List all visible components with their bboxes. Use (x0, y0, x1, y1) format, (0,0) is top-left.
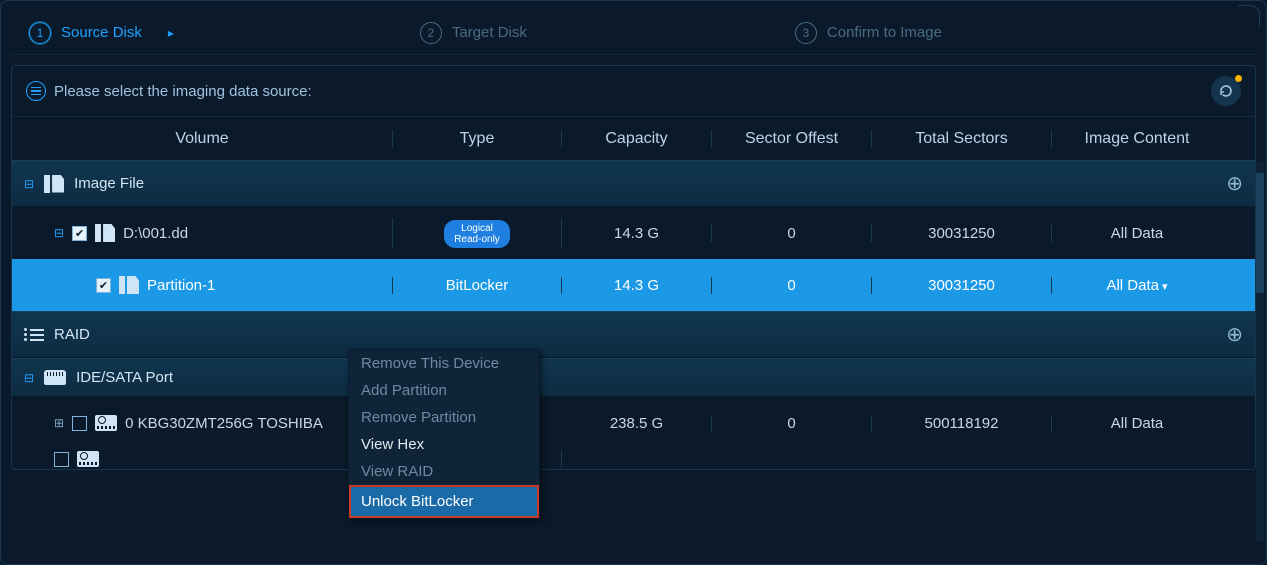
source-panel: Please select the imaging data source: V… (11, 65, 1256, 470)
menu-unlock-bitlocker[interactable]: Unlock BitLocker (349, 485, 539, 518)
menu-view-hex[interactable]: View Hex (349, 431, 539, 458)
scrollbar-thumb[interactable] (1256, 173, 1264, 293)
wizard-steps: 1 Source Disk 2 Target Disk 3 Confirm to… (11, 11, 1256, 55)
hdd-icon (95, 415, 117, 431)
menu-view-raid[interactable]: View RAID (349, 458, 539, 485)
row-dd-image[interactable]: ⊟ ✔ D:\001.dd Logical Read-only 14.3 G 0… (12, 207, 1255, 259)
checkbox[interactable] (54, 452, 69, 467)
step-number-3: 3 (795, 22, 817, 44)
add-raid-button[interactable]: ⊕ (1226, 322, 1243, 347)
step-number-2: 2 (420, 22, 442, 44)
cell-capacity: 238.5 G (562, 415, 712, 432)
menu-icon[interactable] (26, 81, 46, 101)
hdd-icon (77, 451, 99, 467)
col-image-content: Image Content (1052, 130, 1222, 148)
row-hdd-0[interactable]: ⊞ 0 KBG30ZMT256G TOSHIBA 238.5 G 0 50011… (12, 397, 1255, 449)
step-number-1: 1 (29, 22, 51, 44)
list-icon (24, 328, 44, 341)
menu-add-partition[interactable]: Add Partition (349, 377, 539, 404)
step-label: Target Disk (452, 24, 527, 41)
collapse-icon[interactable]: ⊟ (24, 371, 34, 385)
volume-name: 0 KBG30ZMT256G TOSHIBA (125, 415, 323, 432)
collapse-icon[interactable]: ⊟ (54, 226, 64, 240)
col-volume: Volume (12, 130, 392, 148)
checkbox[interactable]: ✔ (96, 278, 111, 293)
group-label: Image File (74, 175, 144, 192)
step-target-disk[interactable]: 2 Target Disk (402, 11, 557, 54)
menu-remove-device[interactable]: Remove This Device (349, 350, 539, 377)
panel-header: Please select the imaging data source: (12, 66, 1255, 116)
context-menu: Remove This Device Add Partition Remove … (348, 349, 540, 519)
add-image-button[interactable]: ⊕ (1226, 171, 1243, 196)
refresh-button[interactable] (1211, 76, 1241, 106)
group-image-file[interactable]: ⊟ Image File ⊕ (12, 160, 1255, 207)
group-ide-sata[interactable]: ⊟ IDE/SATA Port (12, 358, 1255, 397)
table-body: ⊟ Image File ⊕ ⊟ ✔ D:\001.dd Logical Rea… (12, 160, 1255, 469)
step-confirm[interactable]: 3 Confirm to Image (777, 11, 972, 54)
step-label: Source Disk (61, 24, 142, 41)
partition-icon (119, 276, 139, 294)
expand-icon[interactable]: ⊞ (54, 416, 64, 430)
collapse-icon[interactable]: ⊟ (24, 177, 34, 191)
type-badge: Logical Read-only (444, 220, 510, 248)
col-type: Type (392, 130, 562, 148)
cell-sector-offset: 0 (712, 415, 872, 432)
col-total-sectors: Total Sectors (872, 130, 1052, 148)
cell-capacity: 14.3 G (562, 225, 712, 242)
checkbox[interactable]: ✔ (72, 226, 87, 241)
cell-total-sectors: 30031250 (872, 225, 1052, 242)
cell-total-sectors: 30031250 (872, 277, 1052, 294)
col-sector-offset: Sector Offest (712, 130, 872, 148)
volume-name: Partition-1 (147, 277, 215, 294)
row-partial[interactable]: Logical (12, 449, 1255, 469)
cell-image-content: All Data (1052, 415, 1222, 432)
step-source-disk[interactable]: 1 Source Disk (11, 11, 172, 54)
file-icon (44, 175, 64, 193)
app-frame: 1 Source Disk 2 Target Disk 3 Confirm to… (0, 0, 1267, 565)
cell-capacity: 14.3 G (562, 277, 712, 294)
table-header: Volume Type Capacity Sector Offest Total… (12, 116, 1255, 160)
refresh-icon (1218, 83, 1234, 99)
group-label: IDE/SATA Port (76, 369, 173, 386)
step-label: Confirm to Image (827, 24, 942, 41)
cell-sector-offset: 0 (712, 277, 872, 294)
file-icon (95, 224, 115, 242)
col-capacity: Capacity (562, 130, 712, 148)
cell-total-sectors: 500118192 (872, 415, 1052, 432)
cell-image-content: All Data (1052, 225, 1222, 242)
volume-name: D:\001.dd (123, 225, 188, 242)
image-content-dropdown[interactable]: All Data (1052, 277, 1222, 294)
menu-remove-partition[interactable]: Remove Partition (349, 404, 539, 431)
scrollbar[interactable] (1256, 161, 1264, 541)
disk-icon (44, 370, 66, 385)
row-partition-1[interactable]: ✔ Partition-1 BitLocker 14.3 G 0 3003125… (12, 259, 1255, 311)
group-raid[interactable]: RAID ⊕ (12, 311, 1255, 358)
cell-type: BitLocker (392, 277, 562, 294)
checkbox[interactable] (72, 416, 87, 431)
panel-instruction: Please select the imaging data source: (54, 83, 312, 100)
group-label: RAID (54, 326, 90, 343)
cell-sector-offset: 0 (712, 225, 872, 242)
